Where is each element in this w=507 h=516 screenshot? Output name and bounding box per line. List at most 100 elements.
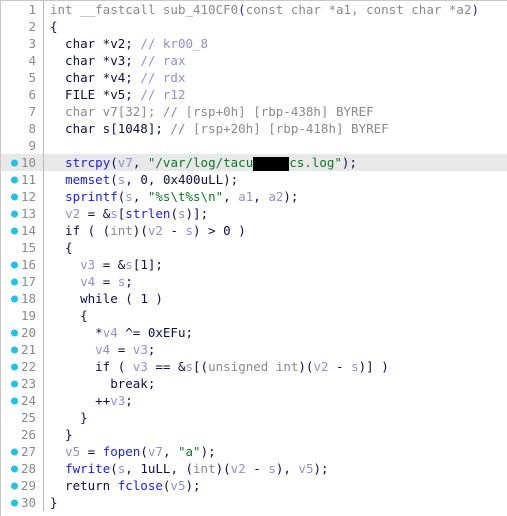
code-line[interactable]: 21 v4 = v3;: [1, 341, 507, 358]
code-line[interactable]: 24 ++v3;: [1, 392, 507, 409]
code-line[interactable]: 12 sprintf(s, "%s\t%s\n", a1, a2);: [1, 188, 507, 205]
code-text[interactable]: }: [48, 494, 507, 511]
code-text[interactable]: return fclose(v5);: [48, 477, 507, 494]
code-line[interactable]: 2{: [1, 18, 507, 35]
line-gutter[interactable]: 23: [1, 375, 39, 392]
line-gutter[interactable]: 24: [1, 392, 39, 409]
code-text[interactable]: {: [48, 18, 507, 35]
line-gutter[interactable]: 14: [1, 222, 39, 239]
code-text[interactable]: [48, 137, 507, 154]
line-gutter[interactable]: 10: [1, 154, 39, 171]
line-gutter[interactable]: 3: [1, 35, 39, 52]
code-text[interactable]: strcpy(v7, "/var/log/tacu cs.log");: [48, 154, 507, 171]
breakpoint-dot-icon[interactable]: [11, 499, 18, 506]
code-line[interactable]: 30}: [1, 494, 507, 511]
code-line[interactable]: 4 char *v3; // rax: [1, 52, 507, 69]
breakpoint-dot-icon[interactable]: [11, 380, 18, 387]
line-gutter[interactable]: 8: [1, 120, 39, 137]
line-gutter[interactable]: 11: [1, 171, 39, 188]
code-text[interactable]: v4 = v3;: [48, 341, 507, 358]
code-line[interactable]: 7 char v7[32]; // [rsp+0h] [rbp-438h] BY…: [1, 103, 507, 120]
breakpoint-dot-icon[interactable]: [11, 227, 18, 234]
code-text[interactable]: char *v4; // rdx: [48, 69, 507, 86]
line-gutter[interactable]: 5: [1, 69, 39, 86]
line-gutter[interactable]: 12: [1, 188, 39, 205]
code-line[interactable]: 5 char *v4; // rdx: [1, 69, 507, 86]
line-gutter[interactable]: 13: [1, 205, 39, 222]
code-line[interactable]: 13 v2 = &s[strlen(s)];: [1, 205, 507, 222]
breakpoint-dot-icon[interactable]: [11, 295, 18, 302]
code-line[interactable]: 22 if ( v3 == &s[(unsigned int)(v2 - s)]…: [1, 358, 507, 375]
breakpoint-dot-icon[interactable]: [11, 159, 18, 166]
code-line[interactable]: 16 v3 = &s[1];: [1, 256, 507, 273]
code-line[interactable]: 27 v5 = fopen(v7, "a");: [1, 443, 507, 460]
line-gutter[interactable]: 17: [1, 273, 39, 290]
line-gutter[interactable]: 18: [1, 290, 39, 307]
code-line[interactable]: 1 int __fastcall sub_410CF0(const char *a…: [1, 1, 507, 18]
code-line[interactable]: 17 v4 = s;: [1, 273, 507, 290]
code-text[interactable]: *v4 ^= 0xEFu;: [48, 324, 507, 341]
code-text[interactable]: char s[1048]; // [rsp+20h] [rbp-418h] BY…: [48, 120, 507, 137]
code-text[interactable]: v3 = &s[1];: [48, 256, 507, 273]
line-gutter[interactable]: 21: [1, 341, 39, 358]
breakpoint-dot-icon[interactable]: [11, 363, 18, 370]
breakpoint-dot-icon[interactable]: [11, 193, 18, 200]
code-text[interactable]: ++v3;: [48, 392, 507, 409]
code-line[interactable]: 19 {: [1, 307, 507, 324]
code-line[interactable]: 10 strcpy(v7, "/var/log/tacu cs.log");: [1, 154, 507, 171]
code-text[interactable]: v2 = &s[strlen(s)];: [48, 205, 507, 222]
breakpoint-dot-icon[interactable]: [11, 278, 18, 285]
line-gutter[interactable]: 25: [1, 409, 39, 426]
breakpoint-dot-icon[interactable]: [11, 397, 18, 404]
code-text[interactable]: }: [48, 409, 507, 426]
breakpoint-dot-icon[interactable]: [11, 346, 18, 353]
code-text[interactable]: {: [48, 307, 507, 324]
code-line[interactable]: 23 break;: [1, 375, 507, 392]
pseudocode-view[interactable]: 1 int __fastcall sub_410CF0(const char *a…: [0, 0, 507, 516]
code-line[interactable]: 28 fwrite(s, 1uLL, (int)(v2 - s), v5);: [1, 460, 507, 477]
code-text[interactable]: if ( v3 == &s[(unsigned int)(v2 - s)] ): [48, 358, 507, 375]
line-gutter[interactable]: 6: [1, 86, 39, 103]
breakpoint-dot-icon[interactable]: [11, 329, 18, 336]
line-gutter[interactable]: 15: [1, 239, 39, 256]
code-text[interactable]: break;: [48, 375, 507, 392]
line-gutter[interactable]: 27: [1, 443, 39, 460]
line-gutter[interactable]: 22: [1, 358, 39, 375]
code-line[interactable]: 8 char s[1048]; // [rsp+20h] [rbp-418h] …: [1, 120, 507, 137]
code-text[interactable]: }: [48, 426, 507, 443]
code-line[interactable]: 26 }: [1, 426, 507, 443]
code-text[interactable]: v4 = s;: [48, 273, 507, 290]
line-gutter[interactable]: 2: [1, 18, 39, 35]
code-text[interactable]: while ( 1 ): [48, 290, 507, 307]
line-gutter[interactable]: 28: [1, 460, 39, 477]
code-line[interactable]: 15 {: [1, 239, 507, 256]
code-line[interactable]: 25 }: [1, 409, 507, 426]
code-line[interactable]: 3 char *v2; // kr00_8: [1, 35, 507, 52]
code-text[interactable]: fwrite(s, 1uLL, (int)(v2 - s), v5);: [48, 460, 507, 477]
breakpoint-dot-icon[interactable]: [11, 465, 18, 472]
code-text[interactable]: char *v2; // kr00_8: [48, 35, 507, 52]
code-text[interactable]: FILE *v5; // r12: [48, 86, 507, 103]
code-text[interactable]: int __fastcall sub_410CF0(const char *a1…: [48, 1, 507, 18]
line-gutter[interactable]: 9: [1, 137, 39, 154]
code-line[interactable]: 9: [1, 137, 507, 154]
line-gutter[interactable]: 20: [1, 324, 39, 341]
breakpoint-dot-icon[interactable]: [11, 482, 18, 489]
breakpoint-dot-icon[interactable]: [11, 210, 18, 217]
line-gutter[interactable]: 19: [1, 307, 39, 324]
code-text[interactable]: v5 = fopen(v7, "a");: [48, 443, 507, 460]
code-text[interactable]: sprintf(s, "%s\t%s\n", a1, a2);: [48, 188, 507, 205]
code-text[interactable]: if ( (int)(v2 - s) > 0 ): [48, 222, 507, 239]
breakpoint-dot-icon[interactable]: [11, 261, 18, 268]
line-gutter[interactable]: 1: [1, 1, 39, 18]
line-gutter[interactable]: 7: [1, 103, 39, 120]
code-line[interactable]: 18 while ( 1 ): [1, 290, 507, 307]
line-gutter[interactable]: 29: [1, 477, 39, 494]
code-text[interactable]: char v7[32]; // [rsp+0h] [rbp-438h] BYRE…: [48, 103, 507, 120]
code-line[interactable]: 14 if ( (int)(v2 - s) > 0 ): [1, 222, 507, 239]
code-text[interactable]: memset(s, 0, 0x400uLL);: [48, 171, 507, 188]
line-gutter[interactable]: 30: [1, 494, 39, 511]
line-gutter[interactable]: 4: [1, 52, 39, 69]
breakpoint-dot-icon[interactable]: [11, 448, 18, 455]
code-text[interactable]: char *v3; // rax: [48, 52, 507, 69]
